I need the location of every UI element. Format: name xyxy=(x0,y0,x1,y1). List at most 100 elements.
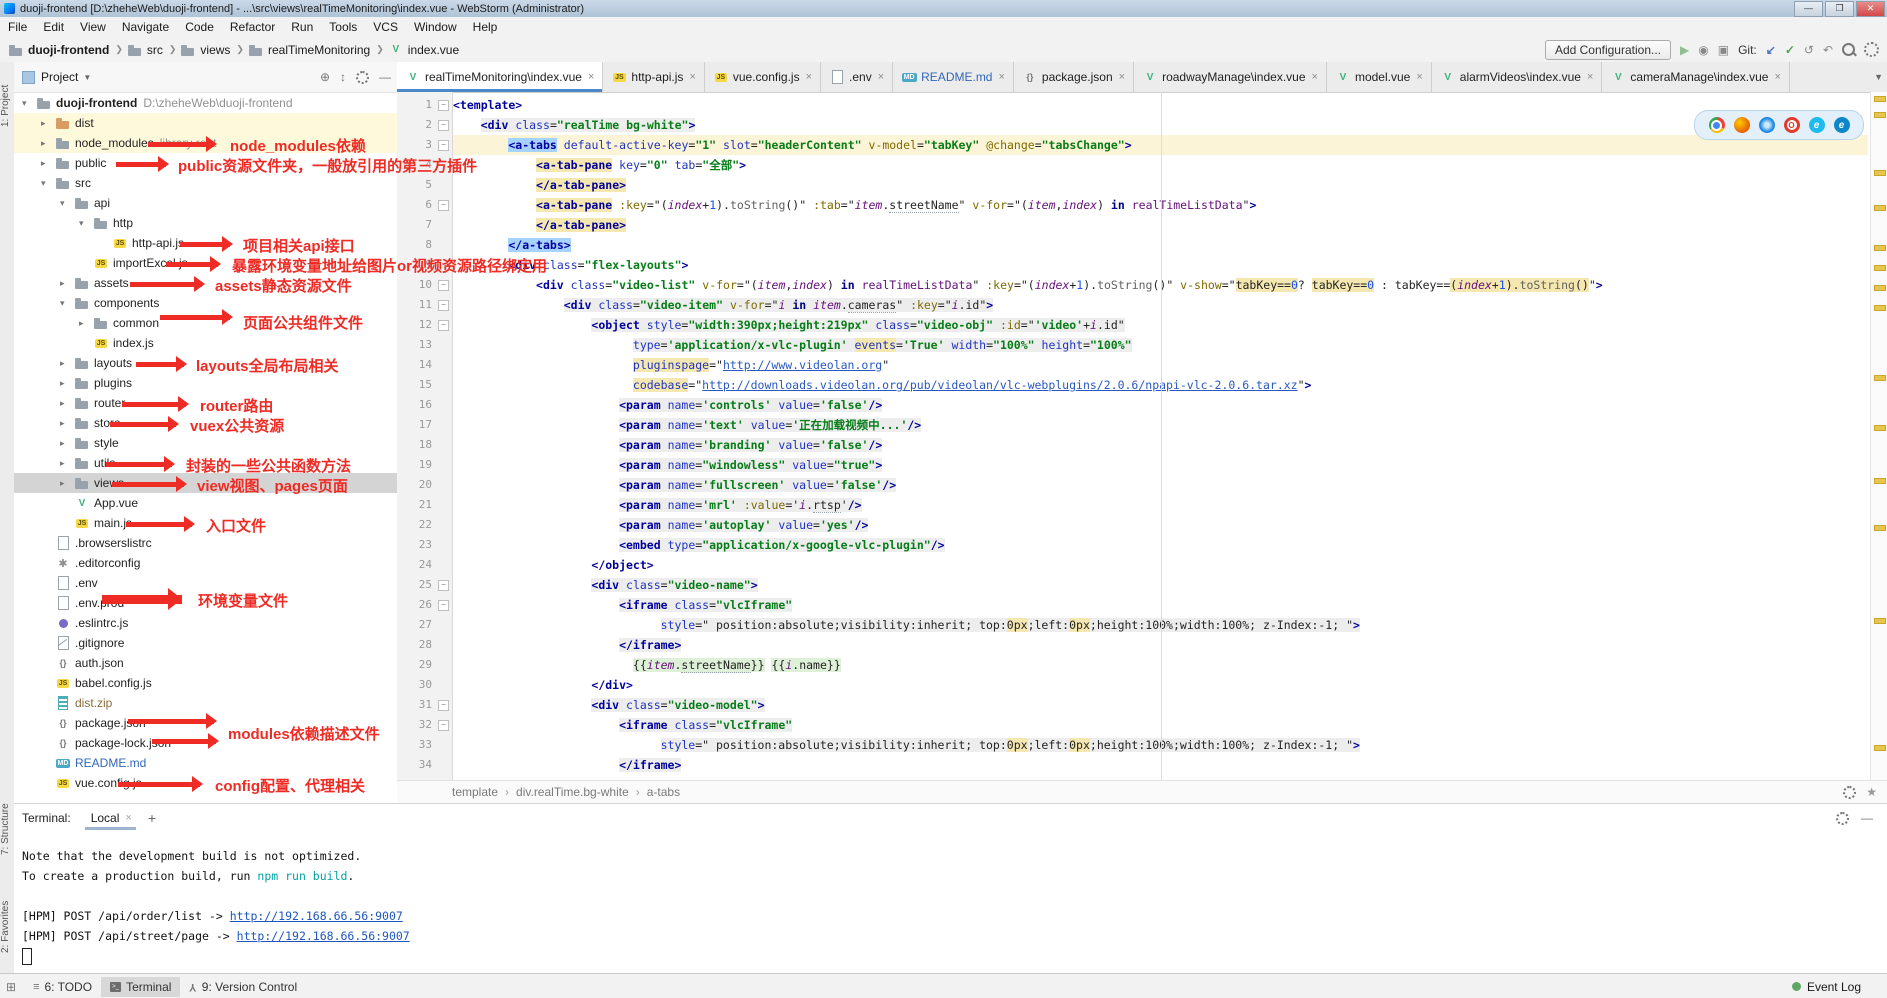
tab-.env[interactable]: .env× xyxy=(821,62,893,92)
stripe-structure-button[interactable]: 7: Structure xyxy=(0,787,14,872)
tree-item-src[interactable]: ▾src xyxy=(14,173,397,193)
close-icon[interactable]: × xyxy=(1416,71,1422,83)
menu-help[interactable]: Help xyxy=(465,18,506,36)
tree-item-api[interactable]: ▾api xyxy=(14,193,397,213)
tree-item-router[interactable]: ▸router xyxy=(14,393,397,413)
tree-item-public[interactable]: ▸public xyxy=(14,153,397,173)
fold-icon[interactable]: − xyxy=(438,140,449,151)
tab-roadwayManage-index.vue[interactable]: VroadwayManage\index.vue× xyxy=(1134,62,1327,92)
tree-item-vue.config.js[interactable]: vue.config.js xyxy=(14,773,397,793)
tree-item-layouts[interactable]: ▸layouts xyxy=(14,353,397,373)
ie-icon[interactable]: e xyxy=(1809,117,1825,133)
fold-icon[interactable]: − xyxy=(438,200,449,211)
breadcrumb-duoji-frontend[interactable]: duoji-frontend xyxy=(8,42,109,58)
tree-item-.env[interactable]: .env xyxy=(14,573,397,593)
terminal-link[interactable]: http://192.168.66.56:9007 xyxy=(230,909,403,923)
menu-window[interactable]: Window xyxy=(406,18,465,36)
terminal-output[interactable]: Note that the development build is not o… xyxy=(14,832,1887,966)
tree-item-.eslintrc.js[interactable]: .eslintrc.js xyxy=(14,613,397,633)
menu-code[interactable]: Code xyxy=(177,18,222,36)
tree-item-style[interactable]: ▸style xyxy=(14,433,397,453)
pin-icon[interactable]: ★ xyxy=(1866,785,1877,799)
add-configuration-button[interactable]: Add Configuration... xyxy=(1545,40,1671,60)
breadcrumb-views[interactable]: views xyxy=(180,42,230,58)
menu-run[interactable]: Run xyxy=(283,18,321,36)
tree-item-main.js[interactable]: main.js xyxy=(14,513,397,533)
fold-icon[interactable]: − xyxy=(438,580,449,591)
fold-icon[interactable]: − xyxy=(438,300,449,311)
close-icon[interactable]: × xyxy=(1774,71,1780,83)
fold-icon[interactable]: − xyxy=(438,320,449,331)
statusbar-9-Version-Control[interactable]: Y9: Version Control xyxy=(180,977,306,997)
menu-view[interactable]: View xyxy=(72,18,114,36)
gear-icon[interactable] xyxy=(356,71,369,84)
event-log-button[interactable]: Event Log xyxy=(1792,980,1861,994)
tree-item-auth.json[interactable]: {}auth.json xyxy=(14,653,397,673)
tree-item-http[interactable]: ▾http xyxy=(14,213,397,233)
tree-item-importExcel.js[interactable]: importExcel.js xyxy=(14,253,397,273)
tab-README.md[interactable]: README.md× xyxy=(893,62,1014,92)
collapse-all-icon[interactable]: ↕ xyxy=(340,70,346,84)
close-icon[interactable]: × xyxy=(125,812,131,824)
tree-item-utils[interactable]: ▸utils xyxy=(14,453,397,473)
tool-windows-grid-icon[interactable]: ⊞ xyxy=(6,980,16,994)
new-terminal-icon[interactable]: + xyxy=(148,810,156,826)
tree-item-assets[interactable]: ▸assets xyxy=(14,273,397,293)
breadcrumb-src[interactable]: src xyxy=(127,42,163,58)
edge-icon[interactable]: e xyxy=(1834,117,1850,133)
stripe-favorites-button[interactable]: 2: Favorites xyxy=(0,882,14,972)
tree-item-node_modules[interactable]: ▸node_moduleslibrary root xyxy=(14,133,397,153)
code-editor[interactable]: 1−2−3−456−78910−11−12−131415161718192021… xyxy=(397,92,1887,780)
fold-icon[interactable]: − xyxy=(438,100,449,111)
breadcrumb-index.vue[interactable]: Vindex.vue xyxy=(388,42,459,58)
project-panel-header[interactable]: Project ▼ ⊕ ↕ — xyxy=(14,62,397,93)
tree-item-.env.prod[interactable]: .env.prod xyxy=(14,593,397,613)
menu-file[interactable]: File xyxy=(0,18,35,36)
profiler-icon[interactable]: ▣ xyxy=(1718,43,1729,57)
hide-panel-icon[interactable]: — xyxy=(379,70,391,84)
tree-item-package.json[interactable]: {}package.json xyxy=(14,713,397,733)
settings-icon[interactable] xyxy=(1864,42,1879,57)
title-bar[interactable]: duoji-frontend [D:\zheheWeb\duoji-fronte… xyxy=(0,0,1887,17)
tree-item-views[interactable]: ▸views xyxy=(14,473,397,493)
editor-breadcrumb-template[interactable]: template xyxy=(452,785,498,799)
tree-item-dist.zip[interactable]: dist.zip xyxy=(14,693,397,713)
tree-item-duoji-frontend[interactable]: ▾duoji-frontendD:\zheheWeb\duoji-fronten… xyxy=(14,93,397,113)
tree-item-package-lock.json[interactable]: {}package-lock.json xyxy=(14,733,397,753)
tree-item-plugins[interactable]: ▸plugins xyxy=(14,373,397,393)
tabs-dropdown-icon[interactable]: ▼ xyxy=(1874,72,1883,82)
fold-icon[interactable]: − xyxy=(438,600,449,611)
tree-item-components[interactable]: ▾components xyxy=(14,293,397,313)
opera-icon[interactable]: O xyxy=(1784,117,1800,133)
menu-refactor[interactable]: Refactor xyxy=(222,18,283,36)
statusbar-Terminal[interactable]: >_Terminal xyxy=(101,977,180,997)
vcs-update-icon[interactable]: ↙ xyxy=(1766,43,1776,57)
search-everywhere-icon[interactable] xyxy=(1842,43,1855,56)
fold-icon[interactable]: − xyxy=(438,280,449,291)
close-button[interactable]: ✕ xyxy=(1856,1,1885,17)
menu-navigate[interactable]: Navigate xyxy=(114,18,177,36)
tab-model.vue[interactable]: Vmodel.vue× xyxy=(1327,62,1432,92)
bug-icon[interactable]: ◉ xyxy=(1698,43,1708,57)
maximize-button[interactable]: ❐ xyxy=(1825,1,1854,17)
close-icon[interactable]: × xyxy=(878,71,884,83)
run-icon[interactable]: ▶ xyxy=(1680,43,1689,57)
tree-item-.browserslistrc[interactable]: .browserslistrc xyxy=(14,533,397,553)
close-icon[interactable]: × xyxy=(1312,71,1318,83)
editor-breadcrumb-div.realTime.bg-white[interactable]: div.realTime.bg-white xyxy=(516,785,629,799)
close-icon[interactable]: × xyxy=(806,71,812,83)
tree-item-App.vue[interactable]: VApp.vue xyxy=(14,493,397,513)
chevron-down-icon[interactable]: ▼ xyxy=(83,73,91,82)
fold-icon[interactable]: − xyxy=(438,720,449,731)
tree-item-babel.config.js[interactable]: babel.config.js xyxy=(14,673,397,693)
tree-item-index.js[interactable]: index.js xyxy=(14,333,397,353)
editor-breadcrumb-a-tabs[interactable]: a-tabs xyxy=(647,785,680,799)
close-icon[interactable]: × xyxy=(1587,71,1593,83)
close-icon[interactable]: × xyxy=(588,71,594,83)
tab-vue.config.js[interactable]: vue.config.js× xyxy=(705,62,821,92)
fold-icon[interactable]: − xyxy=(438,120,449,131)
tree-item-.editorconfig[interactable]: ✱.editorconfig xyxy=(14,553,397,573)
menu-vcs[interactable]: VCS xyxy=(365,18,406,36)
vcs-commit-icon[interactable]: ✓ xyxy=(1785,43,1795,57)
stripe-project-button[interactable]: 1: Project xyxy=(0,66,14,146)
